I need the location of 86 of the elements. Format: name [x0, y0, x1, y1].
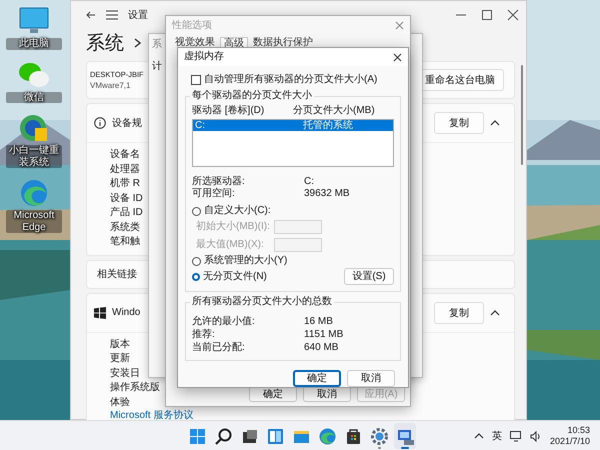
- widgets-icon: [268, 428, 282, 444]
- radio-button[interactable]: [192, 256, 201, 266]
- search-icon: [214, 428, 231, 444]
- dialog-title: 虚拟内存: [184, 51, 224, 63]
- back-arrow-icon[interactable]: [86, 10, 96, 20]
- gear-icon: [370, 428, 388, 444]
- drive-row[interactable]: C: 托管的系统: [193, 120, 393, 131]
- desktop-icon-label[interactable]: 小白一键重装系统: [6, 145, 62, 168]
- chevron-icon[interactable]: [490, 120, 500, 126]
- radio-label[interactable]: 系统管理的大小(Y): [204, 255, 288, 267]
- dialog-button[interactable]: 确定: [293, 370, 341, 387]
- info-value: 1151 MB: [304, 328, 344, 341]
- column-header: 驱动器 [卷标](D): [192, 105, 264, 116]
- dialog-title: 系: [152, 38, 162, 51]
- spec-label: 设备名: [110, 148, 140, 162]
- dialog-tab[interactable]: 计: [152, 59, 162, 73]
- chevron-icon[interactable]: [474, 433, 484, 439]
- start-icon: [190, 428, 204, 444]
- volume-icon[interactable]: [530, 430, 542, 442]
- chevron-icon[interactable]: [490, 310, 500, 316]
- spec-label: 处理器: [110, 162, 140, 176]
- time: 10:53: [567, 425, 590, 436]
- page-title: 系统: [86, 32, 124, 56]
- network-icon[interactable]: [510, 430, 522, 442]
- info-label: 可用空间:: [192, 188, 235, 199]
- dialog-tab[interactable]: 数据执行保护: [250, 37, 316, 48]
- spec-label: 操作系统版: [110, 381, 160, 395]
- spec-label: 笔和触: [110, 235, 140, 249]
- windows-logo-icon: [94, 306, 106, 318]
- spec-label: 版本: [110, 338, 130, 352]
- spec-label: 安装日: [110, 366, 140, 380]
- close-icon[interactable]: [507, 9, 519, 21]
- dialog-button[interactable]: 取消: [347, 370, 395, 387]
- clock[interactable]: 10:53 2021/7/10: [550, 425, 590, 447]
- window-title: 设置: [128, 8, 149, 22]
- radio-label[interactable]: 自定义大小(C):: [204, 205, 271, 217]
- info-value: 640 MB: [304, 341, 338, 354]
- set-button[interactable]: 设置(S): [344, 268, 394, 285]
- checkbox[interactable]: [191, 75, 201, 85]
- radio-label[interactable]: 无分页文件(N): [203, 270, 267, 282]
- copy-button[interactable]: 复制: [434, 112, 484, 134]
- info-value: 16 MB: [304, 315, 333, 328]
- edge-icon: [319, 428, 335, 444]
- dialog-tab[interactable]: 视觉效果: [172, 37, 218, 48]
- info-icon: [94, 117, 106, 129]
- info-label: 所选驱动器:: [192, 176, 245, 187]
- copy-button[interactable]: 复制: [434, 302, 484, 324]
- agreement-link[interactable]: Microsoft 服务协议: [110, 410, 194, 422]
- input-method-indicator[interactable]: 英: [492, 429, 502, 443]
- spec-label: 更新: [110, 352, 130, 366]
- spec-label: 设备 ID: [110, 192, 143, 206]
- desktop-icon-label[interactable]: Microsoft Edge: [6, 210, 62, 233]
- info-label: 推荐:: [192, 329, 215, 340]
- info-label: 允许的最小值:: [192, 316, 255, 327]
- related-links-label: 相关链接: [97, 268, 137, 281]
- spec-label: 产品 ID: [110, 206, 143, 220]
- spec-label: 体验: [110, 396, 130, 410]
- dialog-title: 性能选项: [172, 18, 212, 32]
- spec-label: 机带 R: [110, 177, 140, 191]
- dialog-tab[interactable]: 高级: [220, 37, 248, 48]
- radio-button[interactable]: [192, 206, 201, 216]
- chevron-right-icon: [134, 38, 141, 48]
- menu-icon[interactable]: [106, 10, 118, 20]
- date: 2021/7/10: [550, 436, 590, 447]
- info-value: 39632 MB: [304, 188, 350, 200]
- column-header: 分页文件大小(MB): [293, 105, 375, 116]
- installer-icon[interactable]: [18, 113, 50, 143]
- spec-label: 系统类: [110, 220, 140, 234]
- group-title: 所有驱动器分页文件大小的总数: [190, 296, 334, 308]
- remote-desktop-icon: [398, 430, 414, 444]
- info-value: C:: [304, 176, 314, 188]
- field-label: 初始大小(MB)(I):: [196, 221, 271, 233]
- checkbox-label[interactable]: 自动管理所有驱动器的分页文件大小(A): [204, 74, 378, 86]
- section-heading: Windo: [112, 307, 140, 318]
- info-label: 当前已分配:: [192, 342, 245, 353]
- store-bag-icon: [346, 428, 360, 444]
- radio-button[interactable]: [192, 272, 200, 280]
- field-label: 最大值(MB)(X):: [196, 239, 265, 251]
- device-model: VMware7,1: [90, 81, 132, 90]
- section-heading: 设备规: [112, 117, 142, 130]
- folder-icon: [294, 430, 308, 442]
- task-view-icon: [242, 430, 256, 442]
- monitor-icon[interactable]: [18, 6, 50, 36]
- group-title: 每个驱动器的分页文件大小: [190, 90, 314, 102]
- maximize-icon[interactable]: [481, 9, 493, 21]
- close-icon[interactable]: [393, 52, 402, 62]
